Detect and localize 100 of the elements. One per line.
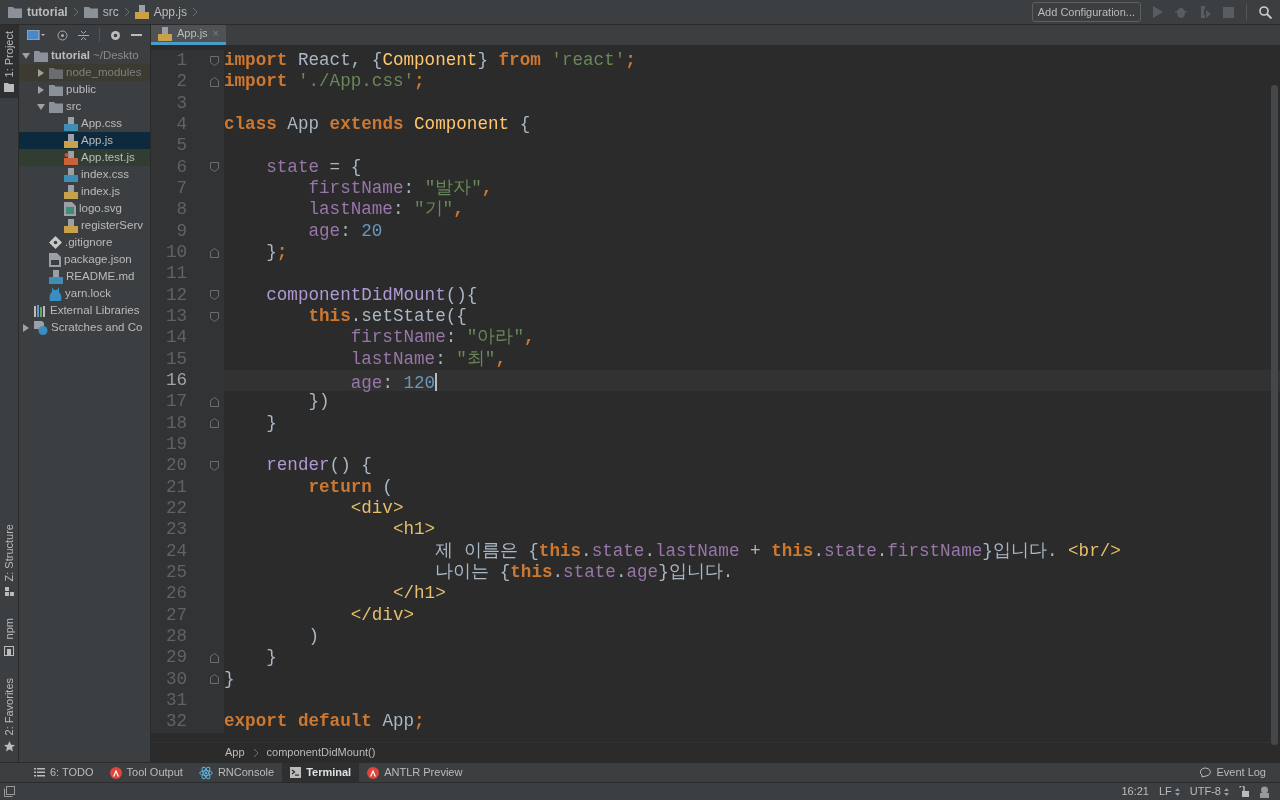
tree-item[interactable]: index.js [19,183,150,200]
debug-icon[interactable] [1175,6,1187,18]
tree-item[interactable]: tutorial ~/Deskto [19,47,150,64]
code-breadcrumb[interactable]: App [225,744,245,761]
breadcrumb[interactable]: App.js [134,3,188,21]
lock-icon[interactable] [1239,786,1249,797]
settings-icon[interactable] [110,29,121,41]
tree-item[interactable]: logo.svg [19,200,150,217]
tree-item-label: App.js [81,132,113,148]
tree-item[interactable]: public [19,81,150,98]
code-breadcrumb[interactable]: componentDidMount() [266,744,376,761]
fold-marker-icon[interactable] [210,311,219,322]
tool-window-tab[interactable]: npm [0,612,18,662]
tree-item[interactable]: External Libraries [19,302,150,319]
tree-item-label: index.css [81,166,129,182]
line-separator-selector[interactable]: LF [1159,783,1180,800]
atom-icon [198,765,213,780]
fold-marker-icon[interactable] [210,460,219,471]
git-icon [49,236,62,249]
cursor-position[interactable]: 16:21 [1121,783,1149,800]
run-icon[interactable] [1153,6,1163,18]
tool-window-tab[interactable]: 1: Project [0,25,18,99]
code-line: } [265,412,277,434]
scrollbar[interactable] [1271,85,1278,745]
code-line: }; [265,241,288,264]
tree-item[interactable]: App.css [19,115,150,132]
breadcrumb[interactable]: tutorial [8,3,68,21]
expand-arrow-icon[interactable] [22,323,30,332]
code-line: export default App; [224,711,425,733]
fold-marker-icon[interactable] [210,652,219,663]
code-line: } [265,647,277,669]
stop-icon[interactable] [1223,6,1234,18]
file-icon [134,5,149,19]
code-line: state = { [265,156,362,178]
code-line: render() { [265,455,372,477]
tree-item-label: index.js [81,183,120,199]
code-line: 제 이름은 {this.state.lastName + this.state.firstName}입니다. <br/> [434,540,1121,562]
fold-marker-icon[interactable] [210,674,219,685]
tree-item[interactable]: Scratches and Co [19,319,150,336]
folder-icon [49,66,63,79]
fold-marker-icon[interactable] [210,247,219,258]
search-icon[interactable] [1259,5,1272,19]
panel-toggle-icon[interactable] [4,786,15,797]
add-configuration-button[interactable]: Add Configuration... [1031,1,1141,23]
tool-window-tab[interactable]: ANTLR Preview [359,763,471,782]
fold-marker-icon[interactable] [210,162,219,173]
updown-icon [1224,787,1229,796]
folder-icon [4,83,14,93]
fold-marker-icon[interactable] [210,418,219,429]
tree-item-label: .gitignore [65,234,113,250]
fold-marker-icon[interactable] [210,55,219,66]
tree-item[interactable]: src [19,98,150,115]
structure-icon [4,587,14,597]
tree-item[interactable]: package.json [19,251,150,268]
json-file-icon [49,252,61,267]
tree-item[interactable]: index.css [19,166,150,183]
tree-item[interactable]: README.md [19,268,150,285]
fold-marker-icon[interactable] [210,77,219,87]
file-icon [64,133,78,148]
event-log-button[interactable]: Event Log [1200,764,1266,781]
tree-item[interactable]: node_modules [19,64,150,81]
tree-item-label: yarn.lock [65,285,112,301]
minimize-icon[interactable] [131,33,142,37]
file-icon [64,184,78,199]
coverage-icon[interactable] [1199,6,1211,18]
file-icon [158,26,172,41]
tool-window-tab[interactable]: Z: Structure [0,517,18,603]
scratches-icon [34,320,48,335]
tree-item[interactable]: yarn.lock [19,285,150,302]
list-icon [34,768,45,777]
tree-item-label: registerServ [81,217,143,233]
tool-window-tab[interactable]: RNConsole [190,763,283,782]
tree-item-label: README.md [66,268,135,284]
code-line: 나이는 {this.state.age}입니다. [434,561,734,584]
tree-item[interactable]: .gitignore [19,234,150,251]
library-icon [34,304,47,317]
view-selector-icon[interactable] [27,30,47,40]
code-line: lastName: "최", [349,348,506,370]
tool-window-tab[interactable]: Tool Output [101,763,191,782]
tool-window-tab[interactable]: Terminal [282,763,360,782]
fold-marker-icon[interactable] [210,290,219,301]
tree-item[interactable]: App.js [19,132,150,149]
tool-window-tab[interactable]: 2: Favorites [0,671,18,758]
breadcrumb[interactable]: src [83,3,119,21]
editor-tab[interactable]: App.js × [151,25,226,45]
fold-marker-icon[interactable] [210,396,219,407]
code-line: this.setState({ [307,305,467,328]
antlr-icon [367,766,380,779]
star-icon [3,741,15,752]
collapse-all-icon[interactable] [78,29,89,41]
line-number: 16 [165,369,187,392]
code-line: }) [307,391,330,413]
tree-item-label: node_modules [66,64,142,80]
tree-item[interactable]: registerServ [19,217,150,234]
crosshair-icon[interactable] [57,29,68,41]
chevron-icon [72,7,79,17]
tool-window-tab[interactable]: 6: TODO [26,763,102,782]
encoding-selector[interactable]: UTF-8 [1189,783,1229,800]
chevron-icon [192,7,199,17]
tree-item[interactable]: App.test.js [19,149,150,166]
